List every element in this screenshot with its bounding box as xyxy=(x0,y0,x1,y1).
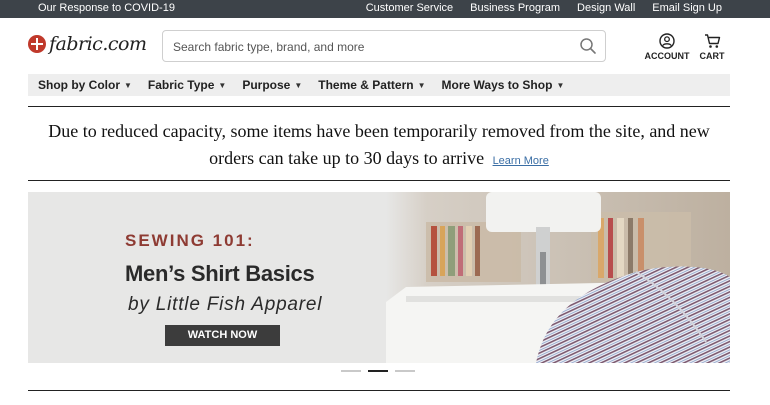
utility-links: Customer Service Business Program Design… xyxy=(366,2,722,14)
caret-down-icon: ▼ xyxy=(417,80,426,90)
site-logo[interactable]: fabric.com xyxy=(28,33,147,55)
nav-label: Purpose xyxy=(242,78,291,92)
nav-theme-pattern[interactable]: Theme & Pattern ▼ xyxy=(318,78,425,92)
email-signup-link[interactable]: Email Sign Up xyxy=(652,2,722,14)
account-label: ACCOUNT xyxy=(644,51,690,61)
design-wall-link[interactable]: Design Wall xyxy=(577,2,635,14)
nav-fabric-type[interactable]: Fabric Type ▼ xyxy=(148,78,226,92)
sewing-machine-image xyxy=(386,192,730,363)
nav-more-ways[interactable]: More Ways to Shop ▼ xyxy=(442,78,565,92)
divider xyxy=(28,180,730,181)
banner-headline: Men’s Shirt Basics xyxy=(125,261,315,286)
search-input[interactable] xyxy=(173,37,573,56)
carousel-dot-active[interactable] xyxy=(368,370,388,372)
account-button[interactable]: ACCOUNT xyxy=(644,33,690,61)
customer-service-link[interactable]: Customer Service xyxy=(366,2,453,14)
caret-down-icon: ▼ xyxy=(294,80,303,90)
nav-label: Theme & Pattern xyxy=(318,78,414,92)
search-icon[interactable] xyxy=(579,37,597,55)
notice-text: Due to reduced capacity, some items have… xyxy=(48,121,710,168)
nav-shop-by-color[interactable]: Shop by Color ▼ xyxy=(38,78,132,92)
banner-eyebrow: SEWING 101: xyxy=(125,231,255,250)
utility-bar: Our Response to COVID-19 Customer Servic… xyxy=(0,0,770,18)
covid-response-link[interactable]: Our Response to COVID-19 xyxy=(38,2,175,14)
carousel-indicators xyxy=(341,370,415,372)
capacity-notice: Due to reduced capacity, some items have… xyxy=(28,118,730,175)
learn-more-link[interactable]: Learn More xyxy=(493,155,549,167)
divider xyxy=(28,390,730,391)
nav-label: More Ways to Shop xyxy=(441,78,553,92)
cart-label: CART xyxy=(699,51,725,61)
account-icon xyxy=(659,33,675,49)
cart-icon xyxy=(704,34,720,48)
business-program-link[interactable]: Business Program xyxy=(470,2,560,14)
logo-icon xyxy=(28,35,46,53)
main-nav: Shop by Color ▼ Fabric Type ▼ Purpose ▼ The… xyxy=(28,74,730,96)
nav-label: Shop by Color xyxy=(38,78,120,92)
logo-text: fabric.com xyxy=(49,33,147,55)
carousel-dot[interactable] xyxy=(341,370,361,372)
caret-down-icon: ▼ xyxy=(124,80,132,90)
caret-down-icon: ▼ xyxy=(218,80,227,90)
search-box xyxy=(162,30,606,62)
banner-byline: by Little Fish Apparel xyxy=(128,294,323,315)
carousel-dot[interactable] xyxy=(395,370,415,372)
nav-purpose[interactable]: Purpose ▼ xyxy=(242,78,302,92)
cart-button[interactable]: CART xyxy=(698,33,726,61)
divider xyxy=(28,106,730,107)
caret-down-icon: ▼ xyxy=(556,80,565,90)
watch-now-button[interactable]: WATCH NOW xyxy=(165,325,280,346)
nav-label: Fabric Type xyxy=(147,78,215,92)
